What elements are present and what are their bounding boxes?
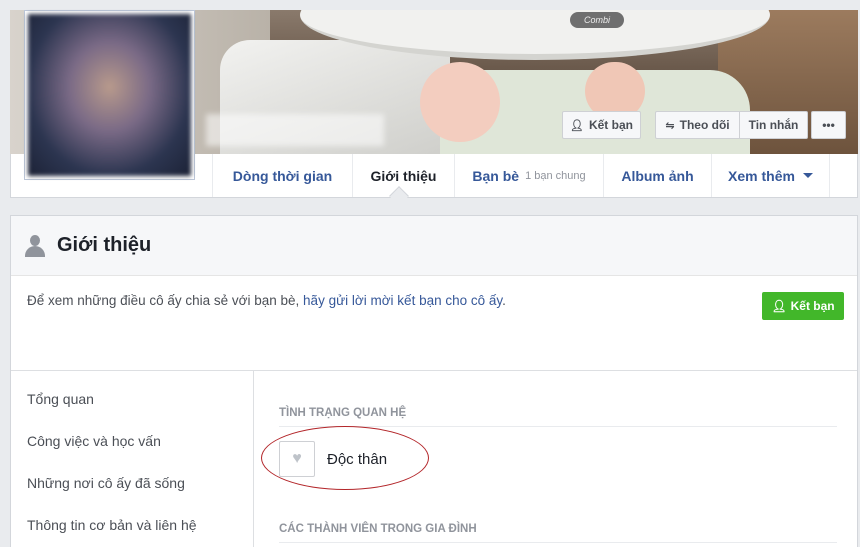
profile-picture[interactable] xyxy=(24,10,195,180)
chevron-down-icon xyxy=(802,173,813,178)
follow-label: Theo dõi xyxy=(679,118,730,132)
about-sidebar: Tổng quan Công việc và học vấn Những nơi… xyxy=(11,371,254,547)
sidebar-item-overview[interactable]: Tổng quan xyxy=(27,391,94,407)
tab-friends[interactable]: Bạn bè 1 bạn chung xyxy=(454,154,603,197)
add-friend-icon: 👤︎ xyxy=(771,299,787,313)
invite-prefix: Để xem những điều cô ấy chia sẻ với bạn … xyxy=(27,293,304,308)
page-title: Giới thiệu xyxy=(57,234,152,256)
relationship-status: ♥ Độc thân xyxy=(279,441,387,477)
tab-photos[interactable]: Album ảnh xyxy=(603,154,711,197)
send-request-link[interactable]: hãy gửi lời mời kết bạn cho cô ấy xyxy=(303,293,502,308)
add-friend-icon: 👤︎ xyxy=(570,119,584,132)
add-friend-label: Kết bạn xyxy=(790,299,835,313)
tab-label: Dòng thời gian xyxy=(232,167,333,184)
friend-invite-banner: Để xem những điều cô ấy chia sẻ với bạn … xyxy=(11,276,857,371)
add-friend-button-green[interactable]: 👤︎ Kết bạn xyxy=(762,292,844,320)
relationship-status-text: Độc thân xyxy=(327,450,388,468)
sidebar-item-places-lived[interactable]: Những nơi cô ấy đã sống xyxy=(27,475,185,491)
relationship-section-title: TÌNH TRẠNG QUAN HỆ xyxy=(279,407,837,427)
tab-label: Album ảnh xyxy=(621,167,694,184)
follow-button[interactable]: ⇋ Theo dõi xyxy=(655,111,740,139)
add-friend-label: Kết bạn xyxy=(588,118,633,132)
sidebar-item-work-education[interactable]: Công việc và học vấn xyxy=(27,433,161,449)
heart-icon: ♥ xyxy=(279,441,315,477)
family-section-title: CÁC THÀNH VIÊN TRONG GIA ĐÌNH xyxy=(279,523,837,543)
invite-suffix: . xyxy=(502,293,506,308)
about-content: Tổng quan Công việc và học vấn Những nơi… xyxy=(11,371,857,547)
message-label: Tin nhắn xyxy=(748,118,799,132)
tab-timeline[interactable]: Dòng thời gian xyxy=(212,154,352,197)
avatar xyxy=(28,14,191,176)
more-icon: ••• xyxy=(822,118,835,132)
tab-label: Giới thiệu xyxy=(370,167,437,184)
about-panel: Giới thiệu Để xem những điều cô ấy chia … xyxy=(10,215,858,547)
mutual-friends-count: 1 bạn chung xyxy=(525,169,586,182)
tab-more[interactable]: Xem thêm xyxy=(711,154,830,197)
person-icon xyxy=(25,234,45,257)
message-button[interactable]: Tin nhắn xyxy=(739,111,808,139)
sidebar-item-contact-info[interactable]: Thông tin cơ bản và liên hệ xyxy=(27,517,197,533)
cover-actions: 👤︎ Kết bạn ⇋ Theo dõi Tin nhắn ••• xyxy=(0,111,846,139)
add-friend-button[interactable]: 👤︎ Kết bạn xyxy=(562,111,641,139)
brand-label: Combi xyxy=(570,12,624,28)
tab-label: Xem thêm xyxy=(728,167,795,184)
rss-icon: ⇋ xyxy=(665,119,675,132)
about-header: Giới thiệu xyxy=(11,216,857,276)
more-options-button[interactable]: ••• xyxy=(811,111,846,139)
tab-label: Bạn bè xyxy=(472,167,520,184)
invite-message: Để xem những điều cô ấy chia sẻ với bạn … xyxy=(27,293,506,308)
